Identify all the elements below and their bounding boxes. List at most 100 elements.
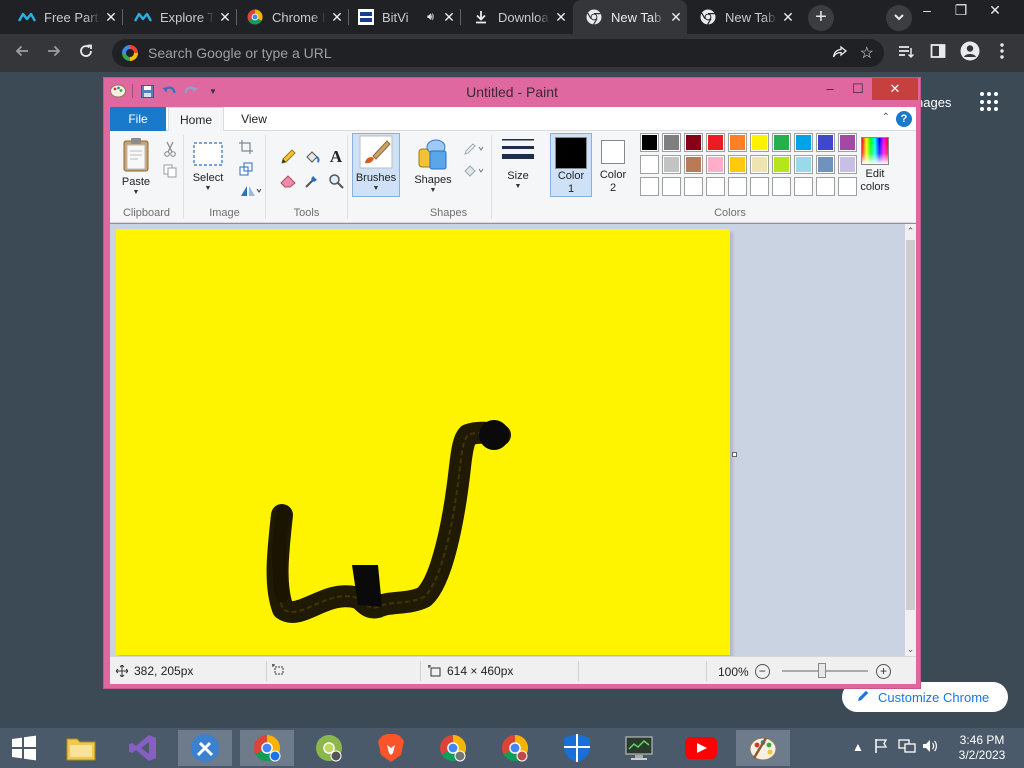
size-button[interactable]: Size ▼: [498, 133, 538, 197]
close-icon[interactable]: ✕: [438, 9, 460, 26]
close-icon[interactable]: ✕: [100, 9, 122, 26]
palette-swatch-empty[interactable]: [684, 177, 703, 196]
paste-button[interactable]: Paste ▼: [116, 137, 156, 197]
palette-swatch-empty[interactable]: [816, 177, 835, 196]
crop-icon[interactable]: [236, 137, 256, 157]
palette-swatch[interactable]: [640, 155, 659, 174]
palette-swatch-empty[interactable]: [728, 177, 747, 196]
palette-swatch[interactable]: [772, 133, 791, 152]
taskbar-chrome-3[interactable]: [488, 730, 542, 766]
palette-swatch[interactable]: [728, 133, 747, 152]
eraser-icon[interactable]: [278, 171, 298, 191]
close-icon[interactable]: ✕: [550, 9, 572, 26]
rotate-icon[interactable]: [236, 181, 264, 201]
taskbar-visual-studio[interactable]: [116, 730, 170, 766]
tab-chrome[interactable]: Chrome I ✕: [236, 0, 348, 34]
zoom-out-icon[interactable]: −: [754, 664, 770, 679]
reload-button[interactable]: [74, 41, 98, 65]
speaker-icon[interactable]: 🔊︎: [427, 11, 434, 24]
palette-swatch[interactable]: [640, 133, 659, 152]
paint-title-bar[interactable]: ▼ Untitled - Paint – ☐ ✕: [104, 78, 920, 106]
side-panel-icon[interactable]: [926, 41, 950, 65]
palette-swatch[interactable]: [816, 133, 835, 152]
tab-search-button[interactable]: [886, 5, 912, 31]
taskbar-file-explorer[interactable]: [54, 730, 108, 766]
paint-maximize-icon[interactable]: ☐: [844, 78, 872, 100]
palette-swatch[interactable]: [750, 155, 769, 174]
profile-avatar-icon[interactable]: [958, 41, 982, 65]
tab-bitvise[interactable]: BitVi 🔊︎ ✕: [348, 0, 460, 34]
kebab-menu-icon[interactable]: [990, 41, 1014, 65]
color1-button[interactable]: Color 1: [550, 133, 592, 197]
taskbar-chrome-canary[interactable]: [302, 730, 356, 766]
palette-swatch-empty[interactable]: [662, 177, 681, 196]
tab-explore[interactable]: Explore T ✕: [122, 0, 236, 34]
palette-swatch[interactable]: [794, 133, 813, 152]
resize-icon[interactable]: [236, 159, 256, 179]
taskbar-youtube[interactable]: [674, 730, 728, 766]
fill-bucket-icon[interactable]: [302, 147, 322, 167]
zoom-slider-thumb[interactable]: [818, 663, 826, 678]
copy-icon[interactable]: [160, 161, 180, 181]
palette-swatch[interactable]: [816, 155, 835, 174]
brushes-button[interactable]: Brushes ▼: [352, 133, 400, 197]
help-icon[interactable]: ?: [896, 111, 912, 127]
star-icon[interactable]: ☆: [860, 43, 874, 63]
palette-swatch[interactable]: [684, 133, 703, 152]
outline-icon[interactable]: [462, 139, 488, 159]
taskbar-brave[interactable]: [364, 730, 418, 766]
network-icon[interactable]: [898, 738, 916, 757]
text-tool-icon[interactable]: A: [326, 147, 346, 167]
close-icon[interactable]: ✕: [326, 9, 348, 26]
palette-swatch[interactable]: [706, 133, 725, 152]
collapse-ribbon-icon[interactable]: ⌃: [882, 112, 890, 123]
flag-icon[interactable]: [874, 738, 888, 757]
new-tab-button[interactable]: +: [808, 5, 834, 31]
palette-swatch[interactable]: [662, 133, 681, 152]
tab-free-part[interactable]: Free Part ✕: [0, 0, 122, 34]
ntp-images-link[interactable]: nages: [916, 95, 951, 110]
tab-new-tab-active[interactable]: New Tab ✕: [573, 0, 687, 34]
taskbar-chrome-profile[interactable]: [240, 730, 294, 766]
close-window-icon[interactable]: ✕: [980, 2, 1010, 19]
palette-swatch[interactable]: [706, 155, 725, 174]
taskbar-clock[interactable]: 3:46 PM 3/2/2023: [952, 733, 1012, 763]
omnibox[interactable]: ☆: [112, 39, 884, 67]
palette-swatch[interactable]: [794, 155, 813, 174]
color-picker-icon[interactable]: [302, 171, 322, 191]
paint-minimize-icon[interactable]: –: [816, 78, 844, 100]
palette-swatch-empty[interactable]: [772, 177, 791, 196]
volume-icon[interactable]: [922, 738, 938, 757]
start-button[interactable]: [0, 730, 48, 766]
tab-home[interactable]: Home: [168, 107, 224, 132]
forward-button[interactable]: [42, 41, 66, 65]
close-icon[interactable]: ✕: [214, 9, 236, 26]
pencil-tool-icon[interactable]: [278, 147, 298, 167]
google-apps-icon[interactable]: [980, 92, 1000, 112]
palette-swatch[interactable]: [684, 155, 703, 174]
palette-swatch[interactable]: [728, 155, 747, 174]
palette-swatch-empty[interactable]: [706, 177, 725, 196]
palette-swatch-empty[interactable]: [750, 177, 769, 196]
palette-swatch[interactable]: [772, 155, 791, 174]
back-button[interactable]: [10, 41, 34, 65]
taskbar-paint[interactable]: [736, 730, 790, 766]
scroll-up-icon[interactable]: ⌃: [905, 224, 916, 238]
taskbar-chrome-2[interactable]: [426, 730, 480, 766]
reading-list-icon[interactable]: [894, 41, 918, 65]
vertical-scrollbar[interactable]: ⌃ ⌄: [905, 224, 916, 656]
resize-handle-right[interactable]: [732, 452, 737, 457]
taskbar-tools[interactable]: [178, 730, 232, 766]
taskbar-defender[interactable]: [550, 730, 604, 766]
paint-close-icon[interactable]: ✕: [872, 78, 918, 100]
scroll-down-icon[interactable]: ⌄: [905, 642, 916, 656]
close-icon[interactable]: ✕: [777, 9, 799, 26]
zoom-in-icon[interactable]: +: [876, 664, 891, 679]
shapes-button[interactable]: Shapes ▼: [412, 137, 454, 195]
restore-icon[interactable]: ❐: [946, 2, 976, 19]
palette-swatch-empty[interactable]: [640, 177, 659, 196]
tab-new-tab[interactable]: New Tab ✕: [687, 0, 799, 34]
close-icon[interactable]: ✕: [665, 9, 687, 26]
share-icon[interactable]: [832, 45, 848, 62]
color2-button[interactable]: Color 2: [594, 133, 632, 197]
